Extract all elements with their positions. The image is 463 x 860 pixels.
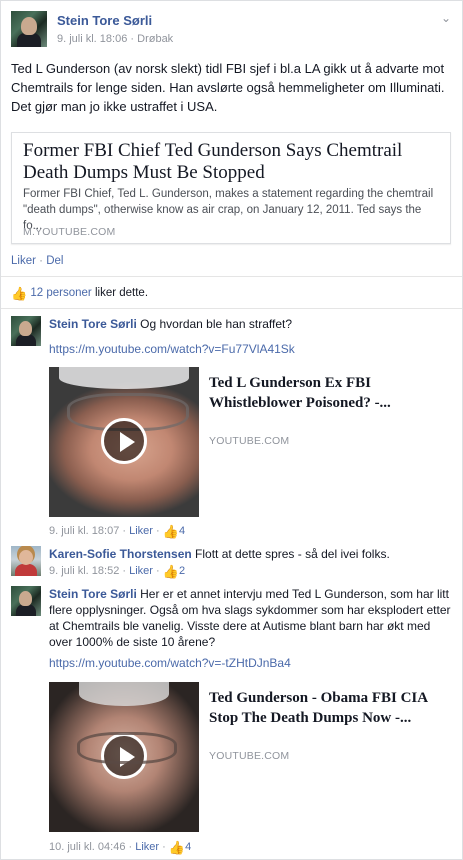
video-title[interactable]: Ted Gunderson - Obama FBI CIA Stop The D… — [209, 688, 444, 728]
comment: Karen-Sofie Thorstensen Flott at dette s… — [11, 546, 456, 582]
chevron-down-icon[interactable]: ⌄ — [441, 11, 451, 25]
comment-meta: 9. juli kl. 18:52 · Liker · 👍2 — [49, 564, 186, 579]
thumbs-up-icon: 👍 — [162, 524, 179, 539]
comment-meta: 10. juli kl. 04:46 · Liker · 👍4 — [49, 840, 192, 855]
thumbs-up-icon: 👍 — [162, 564, 179, 579]
comment-body: Stein Tore Sørli Og hvordan ble han stra… — [49, 316, 454, 332]
divider — [1, 308, 462, 309]
post-actions: Liker · Del — [11, 255, 63, 267]
post-place[interactable]: Drøbak — [137, 33, 173, 45]
post-time[interactable]: 9. juli kl. 18:06 — [57, 33, 127, 45]
comment: Stein Tore Sørli Her er et annet intervj… — [11, 586, 456, 856]
comment-body: Stein Tore Sørli Her er et annet intervj… — [49, 586, 454, 650]
video-source: YOUTUBE.COM — [209, 750, 290, 762]
comment-like-count[interactable]: 👍4 — [162, 524, 185, 539]
thumbs-up-icon: 👍 — [11, 286, 28, 301]
likes-count[interactable]: 12 personer — [30, 287, 91, 299]
author-name[interactable]: Stein Tore Sørli — [57, 13, 152, 28]
like-button[interactable]: Liker — [11, 255, 36, 267]
link-preview-card[interactable]: Former FBI Chief Ted Gunderson Says Chem… — [11, 132, 451, 244]
video-title[interactable]: Ted L Gunderson Ex FBI Whistleblower Poi… — [209, 373, 444, 413]
comment-like-count[interactable]: 👍2 — [162, 564, 185, 579]
comment-avatar[interactable] — [11, 546, 41, 576]
thumbs-up-icon: 👍 — [168, 840, 186, 855]
comment-time[interactable]: 10. juli kl. 04:46 — [49, 841, 125, 853]
video-thumbnail[interactable] — [49, 682, 199, 832]
author-avatar[interactable] — [11, 11, 47, 47]
video-source: YOUTUBE.COM — [209, 435, 290, 447]
comment: Stein Tore Sørli Og hvordan ble han stra… — [11, 316, 456, 541]
comment-text: Flott at dette spres - så del ivei folks… — [195, 547, 390, 561]
comment-body: Karen-Sofie Thorstensen Flott at dette s… — [49, 546, 454, 562]
comment-meta: 9. juli kl. 18:07 · Liker · 👍4 — [49, 524, 186, 539]
comment-link[interactable]: https://m.youtube.com/watch?v=Fu77VlA41S… — [49, 342, 295, 356]
comment-author[interactable]: Karen-Sofie Thorstensen — [49, 547, 192, 561]
post-header: Stein Tore Sørli 9. juli kl. 18:06 · Drø… — [11, 11, 451, 51]
comment-author[interactable]: Stein Tore Sørli — [49, 317, 137, 331]
likes-suffix: liker dette. — [91, 287, 149, 299]
video-thumbnail[interactable] — [49, 367, 199, 517]
link-title[interactable]: Former FBI Chief Ted Gunderson Says Chem… — [23, 140, 443, 184]
comment-time[interactable]: 9. juli kl. 18:07 — [49, 525, 119, 537]
link-source: M.YOUTUBE.COM — [23, 226, 116, 238]
comment-avatar[interactable] — [11, 316, 41, 346]
comment-avatar[interactable] — [11, 586, 41, 616]
play-icon[interactable] — [101, 733, 147, 779]
comment-like-button[interactable]: Liker — [135, 841, 159, 853]
likes-summary: 👍 12 personer liker dette. — [11, 286, 148, 302]
comment-like-count[interactable]: 👍4 — [168, 840, 191, 855]
comment-link[interactable]: https://m.youtube.com/watch?v=-tZHtDJnBa… — [49, 656, 291, 670]
divider — [1, 276, 462, 277]
post-text: Ted L Gunderson (av norsk slekt) tidl FB… — [11, 61, 445, 114]
play-icon[interactable] — [101, 418, 147, 464]
comment-author[interactable]: Stein Tore Sørli — [49, 587, 137, 601]
comment-like-button[interactable]: Liker — [129, 525, 153, 537]
video-preview[interactable]: Ted Gunderson - Obama FBI CIA Stop The D… — [49, 682, 454, 832]
action-separator: · — [39, 255, 43, 267]
post-meta: 9. juli kl. 18:06 · Drøbak — [57, 33, 174, 45]
comment-like-button[interactable]: Liker — [129, 565, 153, 577]
share-button[interactable]: Del — [46, 255, 63, 267]
post-card: Stein Tore Sørli 9. juli kl. 18:06 · Drø… — [0, 0, 463, 860]
comment-time[interactable]: 9. juli kl. 18:52 — [49, 565, 119, 577]
video-preview[interactable]: Ted L Gunderson Ex FBI Whistleblower Poi… — [49, 367, 454, 517]
comment-text: Og hvordan ble han straffet? — [140, 317, 293, 331]
